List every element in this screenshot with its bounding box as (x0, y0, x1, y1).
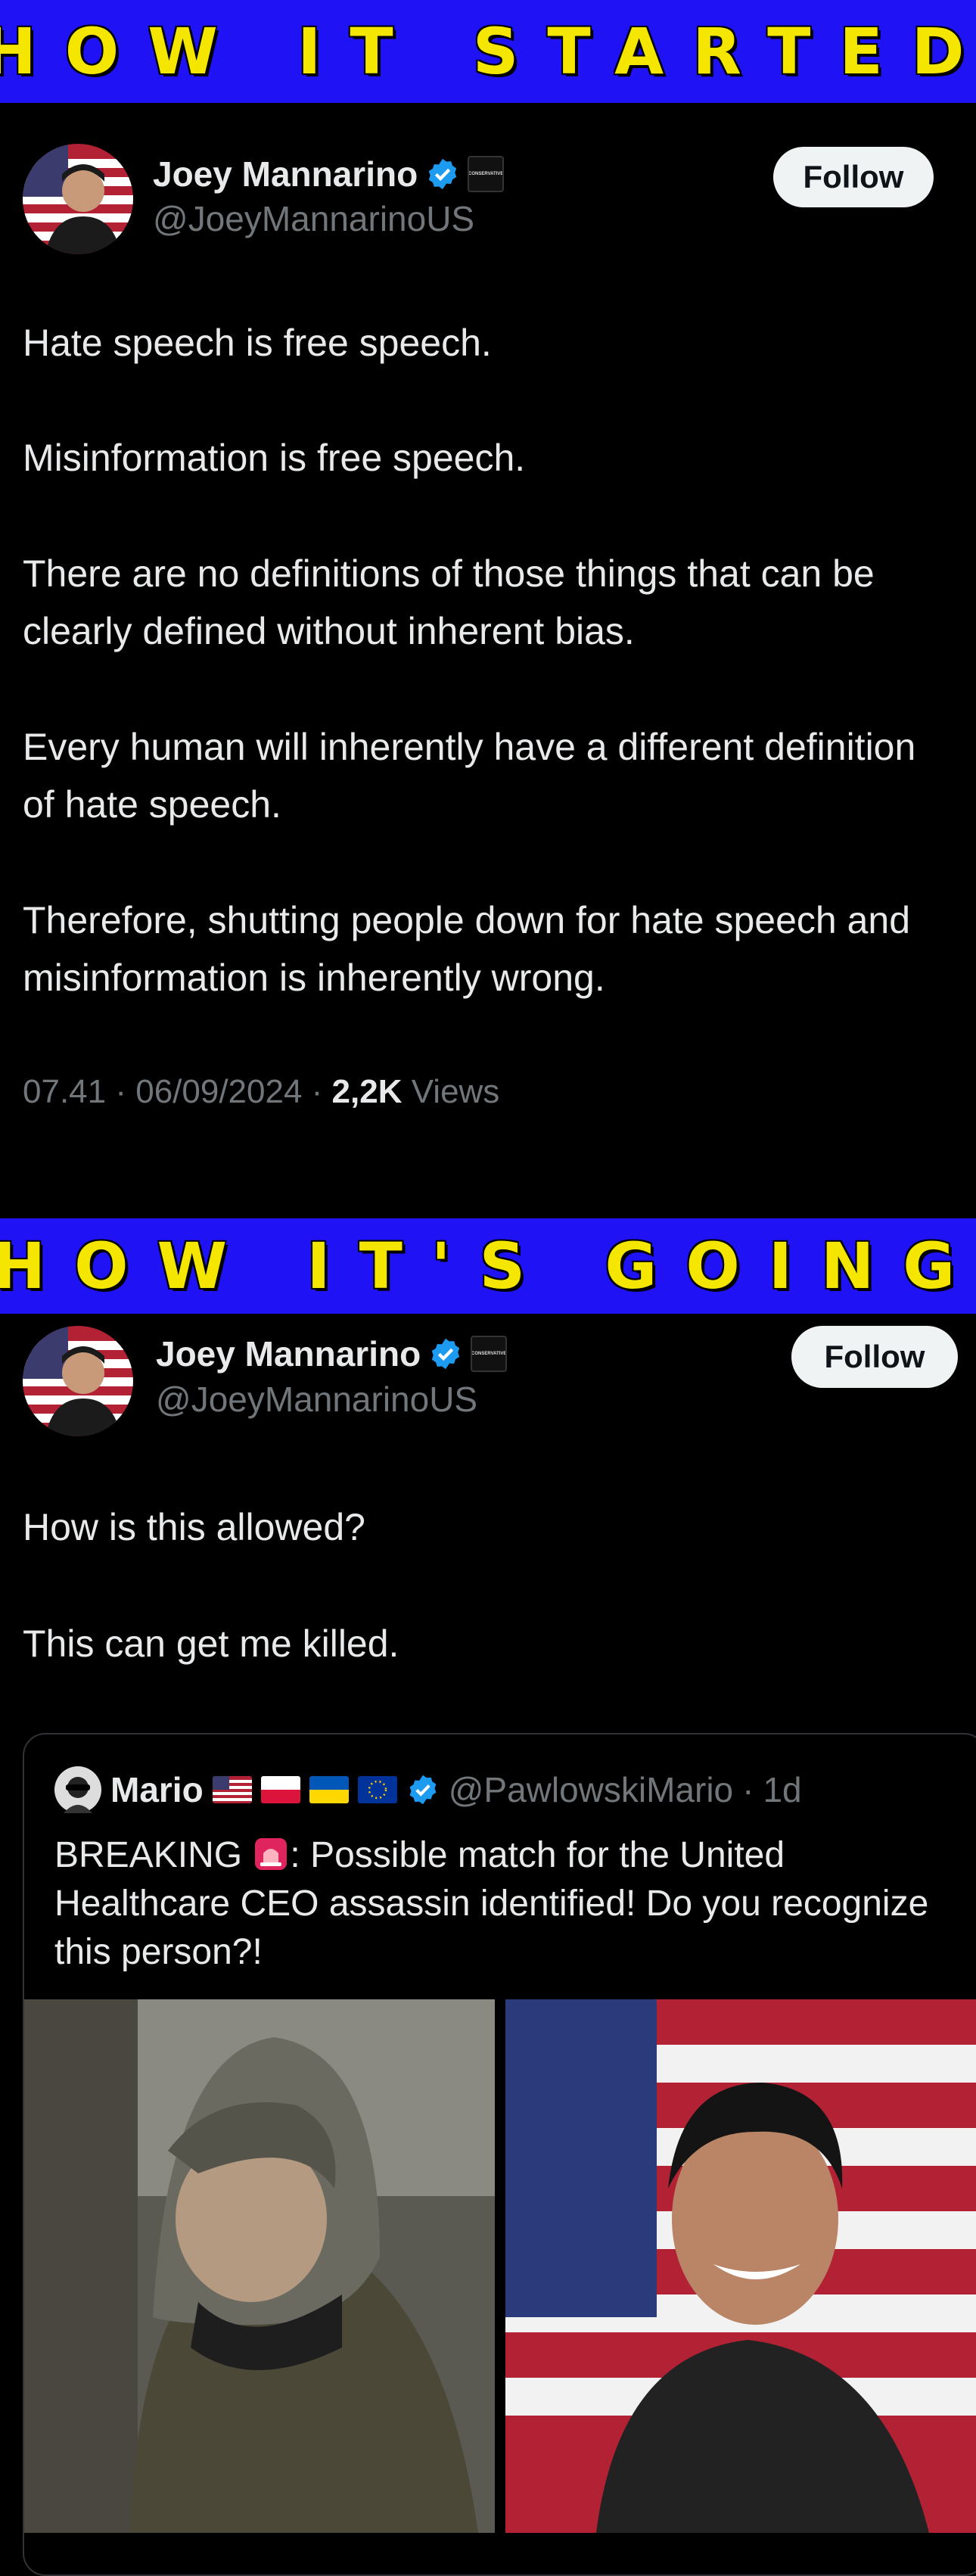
banner-bottom-text: HOW IT'S GOING (0, 1229, 976, 1303)
ukraine-flag-icon (309, 1776, 349, 1803)
surveillance-photo (24, 1999, 495, 2533)
quoted-post-header: Mario @PawlowskiMario · 1d (54, 1766, 802, 1813)
affiliation-label: CONSERVATIVE (471, 1352, 507, 1356)
follow-button[interactable]: Follow (773, 147, 934, 207)
post-paragraph: This can get me killed. (23, 1622, 399, 1665)
affiliation-badge: CONSERVATIVE (471, 1336, 508, 1372)
eu-flag-icon (357, 1776, 397, 1803)
portrait-photo (505, 1999, 976, 2533)
post-paragraph: Every human will inherently have a diffe… (23, 726, 916, 826)
dot-separator: · (742, 1770, 754, 1809)
siren-icon (255, 1838, 288, 1870)
views-count: 2,2K (331, 1073, 403, 1110)
verified-badge-icon (409, 1775, 437, 1805)
us-flag-icon (212, 1776, 252, 1803)
avatar-image (23, 144, 133, 254)
post-date[interactable]: 06/09/2024 (135, 1073, 302, 1110)
avatar-image (23, 1326, 133, 1436)
poland-flag-icon (260, 1776, 300, 1803)
author-name[interactable]: Joey Mannarino CONSERVATIVE (153, 154, 505, 194)
author-handle[interactable]: @JoeyMannarinoUS (156, 1379, 477, 1420)
author-name-text: Joey Mannarino (156, 1334, 421, 1374)
views-label: Views (411, 1073, 500, 1110)
follow-button[interactable]: Follow (791, 1326, 958, 1388)
post-paragraph: How is this allowed? (23, 1506, 365, 1548)
quoted-post[interactable]: Mario @PawlowskiMario · 1d BREAKING: Po… (23, 1733, 976, 2576)
post-paragraph: There are no definitions of those things… (23, 552, 875, 652)
banner-how-its-going: HOW IT'S GOING (0, 1218, 976, 1314)
post-time[interactable]: 07.41 (23, 1073, 106, 1110)
post-paragraph: Misinformation is free speech. (23, 437, 526, 479)
author-name[interactable]: Joey Mannarino CONSERVATIVE (156, 1333, 508, 1374)
banner-how-it-started: HOW IT STARTED (0, 0, 976, 103)
author-name-text: Joey Mannarino (153, 154, 418, 194)
affiliation-badge: CONSERVATIVE (468, 156, 505, 192)
verified-badge-icon (428, 158, 457, 190)
avatar[interactable] (23, 1326, 133, 1436)
banner-top-text: HOW IT STARTED (0, 14, 976, 89)
quoted-photo-left[interactable] (24, 1999, 495, 2533)
quoted-post-text: BREAKING : Possible match for the United… (54, 1831, 947, 1977)
avatar[interactable] (23, 144, 133, 254)
quoted-post-age[interactable]: 1d (763, 1769, 801, 1810)
quoted-author-name[interactable]: Mario (110, 1769, 204, 1810)
post-meta: 07.41 · 06/09/2024 · 2,2K Views (23, 1073, 500, 1110)
quoted-avatar[interactable] (54, 1766, 101, 1813)
affiliation-label: CONSERVATIVE (468, 172, 504, 176)
author-handle[interactable]: @JoeyMannarinoUS (153, 198, 474, 239)
quoted-text-prefix: BREAKING (54, 1835, 243, 1875)
quoted-author-handle[interactable]: @PawlowskiMario (449, 1769, 733, 1810)
post-paragraph: Hate speech is free speech. (23, 322, 492, 364)
verified-badge-icon (431, 1338, 460, 1370)
quoted-photo-right[interactable] (505, 1999, 976, 2533)
post-paragraph: Therefore, shutting people down for hate… (23, 899, 911, 999)
